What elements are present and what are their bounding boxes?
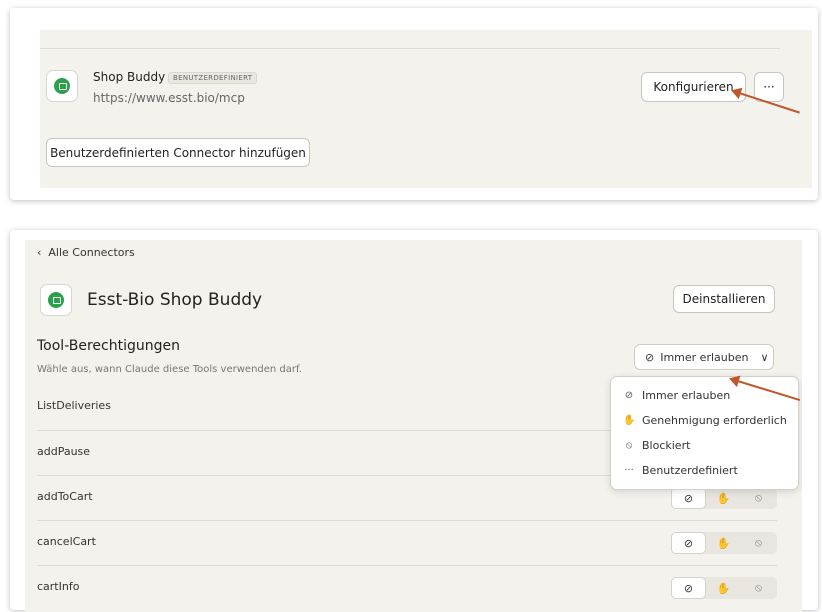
- add-custom-connector-button[interactable]: Benutzerdefinierten Connector hinzufügen: [46, 138, 310, 167]
- menu-item-always-allow[interactable]: ⊘ Immer erlauben: [611, 383, 798, 408]
- shop-buddy-logo: [40, 284, 72, 316]
- tool-row: cancelCart ⊘ ✋ ⦸: [37, 520, 777, 565]
- block-icon[interactable]: ⦸: [741, 532, 776, 554]
- dropdown-value: Immer erlauben: [660, 350, 749, 364]
- bag-icon: [54, 78, 70, 94]
- menu-item-label: Immer erlauben: [642, 389, 731, 402]
- tool-name: cancelCart: [37, 535, 96, 548]
- shop-buddy-logo: [46, 70, 78, 102]
- menu-item-label: Genehmigung erforderlich: [642, 414, 787, 427]
- check-circle-icon: ⊘: [645, 350, 655, 364]
- always-allow-option[interactable]: ⊘: [671, 487, 706, 509]
- hand-icon[interactable]: ✋: [706, 487, 741, 509]
- back-link-label: Alle Connectors: [48, 246, 135, 259]
- menu-item-label: Blockiert: [642, 439, 691, 452]
- connector-name: Shop Buddy: [93, 70, 166, 84]
- connector-list-panel: Shop Buddy BENUTZERDEFINIERT https://www…: [10, 8, 818, 200]
- menu-item-blocked[interactable]: ⦸ Blockiert: [611, 433, 798, 458]
- chevron-left-icon: ‹: [37, 246, 49, 259]
- section-title: Tool-Berechtigungen: [37, 338, 180, 354]
- uninstall-button[interactable]: Deinstallieren: [673, 285, 775, 313]
- block-icon[interactable]: ⦸: [741, 577, 776, 599]
- back-link[interactable]: ‹ Alle Connectors: [37, 246, 135, 259]
- tool-name: ListDeliveries: [37, 399, 111, 412]
- tool-name: cartInfo: [37, 580, 80, 593]
- connector-detail-panel: ‹ Alle Connectors Esst-Bio Shop Buddy De…: [10, 230, 818, 612]
- menu-item-label: Benutzerdefiniert: [642, 464, 738, 477]
- menu-item-approval-required[interactable]: ✋ Genehmigung erforderlich: [611, 408, 798, 433]
- always-allow-option[interactable]: ⊘: [671, 577, 706, 599]
- permission-toggle: ⊘ ✋ ⦸: [671, 487, 777, 509]
- permission-menu: ⊘ Immer erlauben ✋ Genehmigung erforderl…: [610, 376, 799, 490]
- configure-button[interactable]: Konfigurieren: [641, 72, 746, 102]
- section-subtext: Wähle aus, wann Claude diese Tools verwe…: [37, 364, 302, 375]
- block-icon[interactable]: ⦸: [741, 487, 776, 509]
- divider: [40, 48, 780, 49]
- permission-toggle: ⊘ ✋ ⦸: [671, 577, 777, 599]
- permission-toggle: ⊘ ✋ ⦸: [671, 532, 777, 554]
- ellipsis-icon: ···: [624, 465, 634, 476]
- custom-badge: BENUTZERDEFINIERT: [168, 72, 258, 84]
- permission-dropdown[interactable]: ⊘ Immer erlauben ∨: [634, 344, 774, 370]
- connector-detail: ‹ Alle Connectors Esst-Bio Shop Buddy De…: [25, 240, 802, 612]
- hand-icon[interactable]: ✋: [706, 577, 741, 599]
- menu-item-custom[interactable]: ··· Benutzerdefiniert: [611, 458, 798, 483]
- page-title: Esst-Bio Shop Buddy: [87, 290, 263, 310]
- check-circle-icon: ⊘: [624, 390, 634, 401]
- connector-url: https://www.esst.bio/mcp: [93, 91, 245, 105]
- always-allow-option[interactable]: ⊘: [671, 532, 706, 554]
- tool-name: addPause: [37, 445, 91, 458]
- tool-row: cartInfo ⊘ ✋ ⦸: [37, 565, 777, 610]
- chevron-down-icon: ∨: [760, 350, 769, 364]
- tool-name: addToCart: [37, 490, 93, 503]
- bag-icon: [48, 292, 64, 308]
- hand-icon[interactable]: ✋: [706, 532, 741, 554]
- connector-list: Shop Buddy BENUTZERDEFINIERT https://www…: [40, 30, 812, 188]
- hand-icon: ✋: [623, 415, 636, 426]
- block-icon: ⦸: [625, 440, 633, 451]
